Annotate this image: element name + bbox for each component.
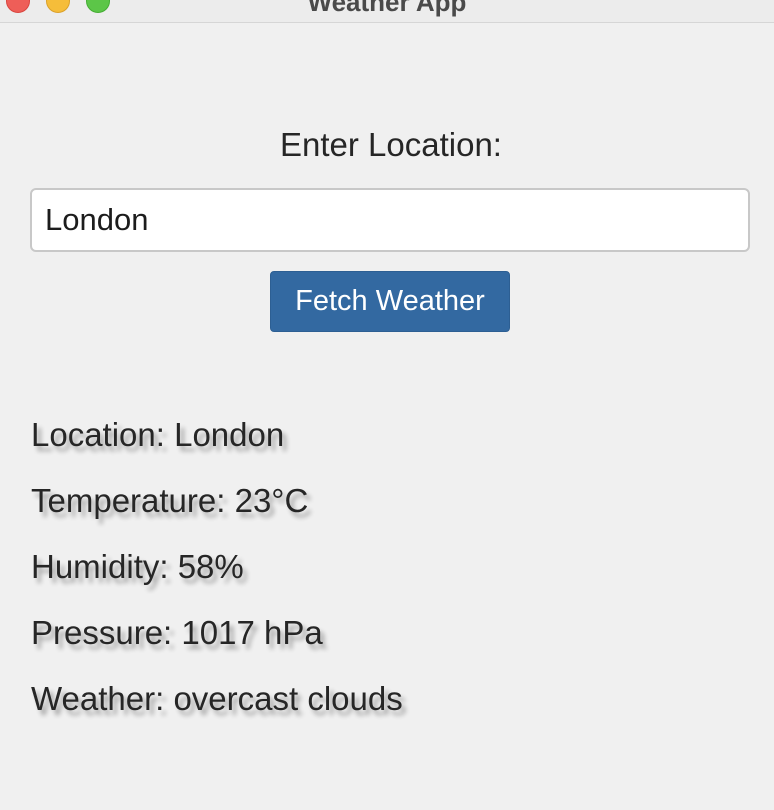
window-title: Weather App [307,0,467,17]
enter-location-label: Enter Location: [280,126,502,163]
temperature-result: Temperature: 23°C [31,482,309,519]
location-result: Location: London [31,416,285,453]
fetch-weather-button[interactable]: Fetch Weather [270,271,510,332]
humidity-result: Humidity: 58% [31,548,244,585]
app-window: Weather App Enter Location: Fetch Weathe… [0,0,774,810]
pressure-result: Pressure: 1017 hPa [31,614,323,651]
weather-result: Weather: overcast clouds [31,680,403,717]
location-input[interactable] [30,188,750,252]
title-bar: Weather App [0,0,774,23]
